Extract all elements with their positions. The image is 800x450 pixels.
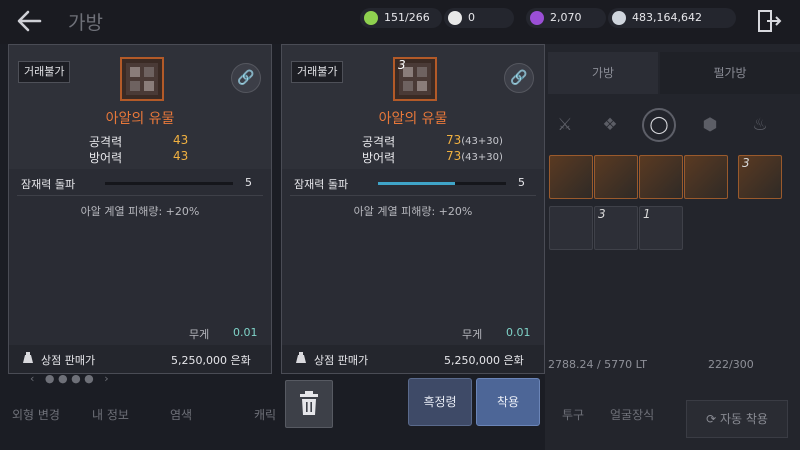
item-name: 아알의 유물 bbox=[378, 111, 448, 127]
trash-icon bbox=[300, 391, 318, 415]
item-count: 3 bbox=[398, 58, 406, 72]
divider bbox=[17, 195, 263, 196]
relic-item-icon bbox=[120, 57, 164, 101]
potential-label: 잠재력 돌파 bbox=[294, 178, 349, 191]
bag-count: 222/300 bbox=[708, 358, 754, 371]
inventory-slot[interactable] bbox=[594, 155, 638, 199]
appearance-change-button[interactable]: 외형 변경 bbox=[12, 406, 60, 423]
weight-label: 무게 bbox=[462, 328, 483, 341]
pearl-icon bbox=[448, 11, 462, 25]
my-info-button[interactable]: 내 정보 bbox=[92, 406, 129, 423]
swords-icon[interactable]: ⚔ bbox=[550, 110, 580, 140]
silver-resource: 483,164,642 bbox=[608, 8, 736, 28]
inventory-slot[interactable]: 1 bbox=[639, 206, 683, 250]
untradeable-badge: 거래불가 bbox=[291, 61, 344, 83]
helmet-toggle[interactable]: 투구 bbox=[562, 406, 584, 423]
money-bag-icon bbox=[296, 352, 306, 363]
inventory-slot[interactable] bbox=[549, 206, 593, 250]
item-effect: 아알 계열 피해량: +20% bbox=[80, 205, 200, 218]
sell-price-row: 상점 판매가 5,250,000 은화 bbox=[282, 345, 544, 373]
character-toggle[interactable]: 캐릭 bbox=[254, 406, 276, 423]
crystal-resource: 2,070 bbox=[526, 8, 606, 28]
equip-button[interactable]: 착용 bbox=[476, 378, 540, 426]
potion-icon[interactable]: ♨ bbox=[745, 110, 775, 140]
potential-bar bbox=[105, 182, 233, 185]
weight-value: 0.01 bbox=[506, 326, 531, 339]
face-accessory-toggle[interactable]: 얼굴장식 bbox=[610, 406, 654, 423]
money-bag-icon bbox=[23, 352, 33, 363]
item-tooltip-selected: 거래불가 3 🔗 아알의 유물 공격력 73(43+30) 방어력 73(43+… bbox=[281, 44, 545, 374]
bag-weight: 2788.24 / 5770 LT bbox=[548, 358, 648, 371]
weight-label: 무게 bbox=[189, 328, 210, 341]
energy-resource: 151/266 bbox=[360, 8, 442, 28]
silver-icon bbox=[612, 11, 626, 25]
potential-label: 잠재력 돌파 bbox=[21, 178, 76, 191]
inventory-slot[interactable] bbox=[684, 155, 728, 199]
inventory-slot[interactable] bbox=[639, 155, 683, 199]
back-arrow-icon[interactable] bbox=[14, 6, 48, 36]
potential-value: 5 bbox=[245, 176, 252, 189]
sell-price-row: 상점 판매가 5,250,000 은화 bbox=[9, 345, 271, 373]
potential-bar bbox=[378, 182, 506, 185]
armor-icon[interactable]: ❖ bbox=[595, 110, 625, 140]
item-tooltip-equipped: 거래불가 🔗 아알의 유물 공격력 43 방어력 43 잠재력 돌파 5 아알 … bbox=[8, 44, 272, 374]
equipment-category-row: ⚔ ❖ ◯ ⬢ ♨ bbox=[545, 100, 800, 150]
black-spirit-button[interactable]: 흑정령 bbox=[408, 378, 472, 426]
inventory-slot[interactable] bbox=[549, 155, 593, 199]
link-icon[interactable]: 🔗 bbox=[231, 63, 261, 93]
dye-button[interactable]: 염색 bbox=[170, 406, 192, 423]
exit-door-icon[interactable] bbox=[756, 8, 782, 34]
relic-item-icon: 3 bbox=[393, 57, 437, 101]
weight-value: 0.01 bbox=[233, 326, 258, 339]
inventory-slot[interactable]: 3 bbox=[594, 206, 638, 250]
refresh-icon: ⟳ bbox=[706, 412, 720, 426]
untradeable-badge: 거래불가 bbox=[18, 61, 71, 83]
item-name: 아알의 유물 bbox=[105, 111, 175, 127]
auto-equip-button[interactable]: ⟳ 자동 착용 bbox=[686, 400, 788, 438]
energy-icon bbox=[364, 11, 378, 25]
divider bbox=[290, 195, 536, 196]
item-effect: 아알 계열 피해량: +20% bbox=[353, 205, 473, 218]
pearl-resource: 0 bbox=[444, 8, 514, 28]
tab-pearl-bag[interactable]: 펄가방 bbox=[660, 52, 800, 94]
relic-icon[interactable]: ⬢ bbox=[695, 110, 725, 140]
link-icon[interactable]: 🔗 bbox=[504, 63, 534, 93]
ring-icon[interactable]: ◯ bbox=[642, 108, 676, 142]
crystal-icon bbox=[530, 11, 544, 25]
inventory-slot[interactable]: 3 bbox=[738, 155, 782, 199]
potential-value: 5 bbox=[518, 176, 525, 189]
discard-button[interactable] bbox=[285, 380, 333, 428]
page-title: 가방 bbox=[68, 12, 103, 34]
tab-bag[interactable]: 가방 bbox=[548, 52, 658, 94]
